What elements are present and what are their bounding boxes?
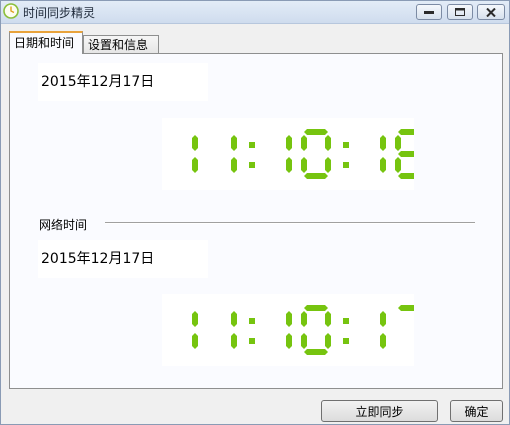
time-digit xyxy=(380,311,386,349)
time-digit xyxy=(301,305,331,355)
network-time-digits xyxy=(192,305,425,355)
colon-separator xyxy=(249,142,255,168)
maximize-button[interactable] xyxy=(447,4,473,20)
colon-separator xyxy=(343,142,349,168)
sync-now-button[interactable]: 立即同步 xyxy=(321,400,438,422)
local-time-digits xyxy=(192,129,425,179)
clock-icon xyxy=(3,3,19,19)
time-digit xyxy=(301,129,331,179)
minimize-icon xyxy=(424,11,434,14)
time-digit xyxy=(395,129,425,179)
time-digit xyxy=(231,135,237,173)
time-digit xyxy=(192,311,198,349)
ok-button[interactable]: 确定 xyxy=(450,400,503,422)
time-digit xyxy=(286,135,292,173)
network-clock xyxy=(162,294,425,366)
section-divider xyxy=(105,222,475,224)
network-date: 2015年12月17日 xyxy=(38,240,208,278)
time-digit xyxy=(380,135,386,173)
tab-settings-info[interactable]: 设置和信息 xyxy=(83,35,159,55)
colon-separator xyxy=(343,318,349,344)
time-digit xyxy=(231,311,237,349)
network-time-label: 网络时间 xyxy=(39,216,92,233)
title-bar[interactable]: 时间同步精灵 xyxy=(1,1,509,24)
time-digit xyxy=(398,305,425,349)
date-time-panel: 2015年12月17日 网络时间 2015年12月17日 xyxy=(9,53,503,389)
minimize-button[interactable] xyxy=(416,4,442,20)
local-date: 2015年12月17日 xyxy=(38,63,208,101)
window-title: 时间同步精灵 xyxy=(23,6,96,20)
maximize-icon xyxy=(455,8,465,16)
time-digit xyxy=(286,311,292,349)
colon-separator xyxy=(249,318,255,344)
local-clock xyxy=(162,118,425,190)
main-window: 时间同步精灵 日期和时间 设置和信息 2015年12月17日 网络时间 2015… xyxy=(0,0,510,425)
close-icon xyxy=(486,7,496,17)
time-digit xyxy=(192,135,198,173)
tab-date-time[interactable]: 日期和时间 xyxy=(9,31,83,54)
close-button[interactable] xyxy=(477,4,505,20)
